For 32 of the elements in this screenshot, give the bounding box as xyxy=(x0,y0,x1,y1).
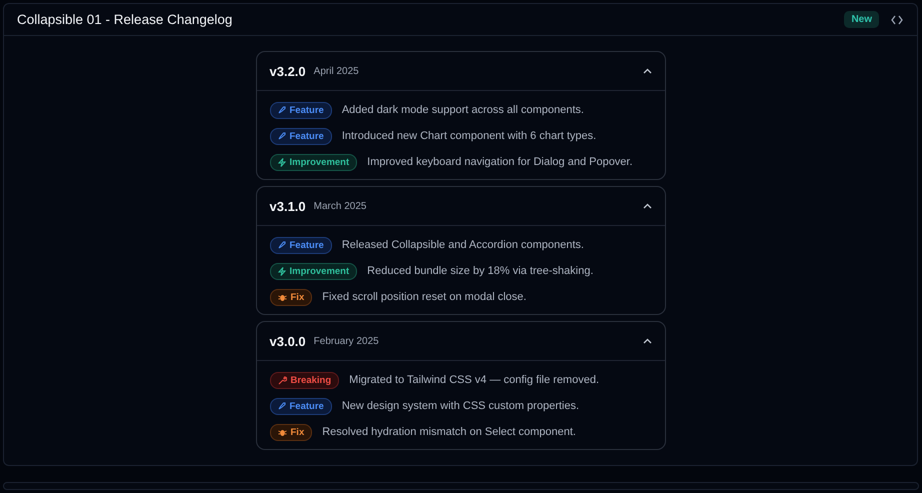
change-description: Introduced new Chart component with 6 chart types. xyxy=(342,130,596,142)
new-badge: New xyxy=(844,11,879,28)
change-tag: Fix xyxy=(270,424,312,440)
change-description: Improved keyboard navigation for Dialog and Popover. xyxy=(367,156,633,168)
change-tag: Feature xyxy=(270,236,332,254)
change-description: Migrated to Tailwind CSS v4 — config file removed. xyxy=(349,374,600,386)
panel-title: Collapsible 01 - Release Changelog xyxy=(17,12,234,27)
chevron-icon xyxy=(642,338,652,344)
bug-icon xyxy=(278,428,286,436)
change-tag: Improvement xyxy=(270,154,358,170)
lightning-icon xyxy=(278,158,286,166)
change-tag: Feature xyxy=(270,102,332,118)
wrench-icon xyxy=(278,376,286,384)
release-header[interactable]: v3.2.0 April 2025 xyxy=(256,52,664,91)
release-header[interactable]: v3.1.0 March 2025 xyxy=(256,187,664,226)
change-description: Resolved hydration mismatch on Select component. xyxy=(322,426,576,438)
change-tag: Feature xyxy=(270,398,332,414)
chevron-icon xyxy=(642,68,652,74)
change-description: Added dark mode support across all components. xyxy=(342,104,584,116)
code-icon[interactable] xyxy=(891,14,903,24)
change-tag: Improvement xyxy=(270,262,358,280)
lightning-icon xyxy=(278,266,286,276)
release-header[interactable]: v3.0.0 February 2025 xyxy=(256,322,664,361)
change-tag: Breaking xyxy=(270,372,340,388)
change-tag: Fix xyxy=(270,288,312,306)
change-description: Fixed scroll position reset on modal close. xyxy=(322,291,526,303)
change-tag: Feature xyxy=(270,128,332,144)
change-description: Released Collapsible and Accordion components. xyxy=(342,239,584,251)
chevron-icon xyxy=(642,203,652,209)
bug-icon xyxy=(278,292,286,302)
change-description: Reduced bundle size by 18% via tree-shaking. xyxy=(367,265,594,277)
change-description: New design system with CSS custom properties. xyxy=(342,400,580,412)
